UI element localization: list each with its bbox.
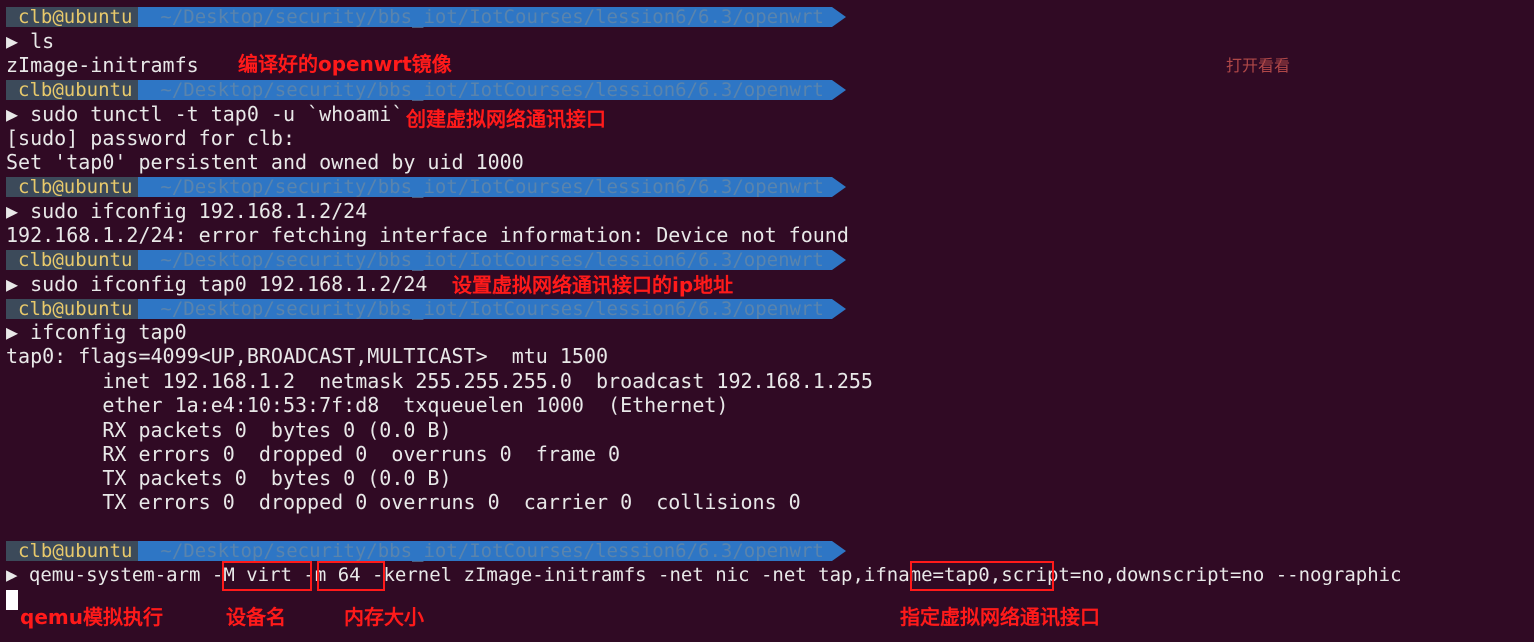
prompt-bar: clb@ubuntu ~/Desktop/security/bbs_iot/Iot… — [6, 250, 847, 270]
prompt-bar: clb@ubuntu ~/Desktop/security/bbs_iot/Iot… — [6, 299, 847, 319]
terminal-cursor — [6, 590, 18, 610]
terminal-line: ▶ ls — [6, 29, 55, 53]
terminal-line: RX packets 0 bytes 0 (0.0 B) — [6, 418, 452, 442]
terminal-line: ether 1a:e4:10:53:7f:d8 txqueuelen 1000 … — [6, 393, 729, 417]
terminal-line: zImage-initramfs — [6, 53, 199, 77]
prompt-path: ~/Desktop/security/bbs_iot/IotCourses/le… — [138, 250, 847, 270]
annotation-create-tap: 创建虚拟网络通讯接口 — [406, 107, 606, 131]
terminal-line: ▶ sudo ifconfig tap0 192.168.1.2/24 — [6, 272, 428, 296]
terminal-line: ▶ qemu-system-arm -M virt -m 64 -kernel … — [6, 564, 1402, 586]
terminal-line: RX errors 0 dropped 0 overruns 0 frame 0 — [6, 442, 621, 466]
prompt-path: ~/Desktop/security/bbs_iot/IotCourses/le… — [138, 177, 847, 197]
terminal-line: ▶ ifconfig tap0 — [6, 320, 187, 344]
annotation-device-name: 设备名 — [226, 605, 286, 629]
annotation-memory-size: 内存大小 — [344, 605, 424, 629]
prompt-bar: clb@ubuntu ~/Desktop/security/bbs_iot/Iot… — [6, 7, 847, 27]
prompt-user: clb@ubuntu — [6, 541, 153, 561]
annotation-open-look: 打开看看 — [1226, 56, 1291, 75]
highlight-box-memory — [317, 561, 385, 591]
terminal-line: 192.168.1.2/24: error fetching interface… — [6, 223, 849, 247]
annotation-qemu-run: qemu模拟执行 — [20, 605, 163, 629]
annotation-openwrt-image: 编译好的openwrt镜像 — [238, 52, 452, 76]
prompt-user: clb@ubuntu — [6, 250, 153, 270]
highlight-box-ifname — [910, 561, 1054, 591]
prompt-user: clb@ubuntu — [6, 299, 153, 319]
terminal-line: inet 192.168.1.2 netmask 255.255.255.0 b… — [6, 369, 873, 393]
terminal-line: tap0: flags=4099<UP,BROADCAST,MULTICAST>… — [6, 344, 609, 368]
annotation-set-ip: 设置虚拟网络通讯接口的ip地址 — [452, 273, 734, 297]
prompt-path: ~/Desktop/security/bbs_iot/IotCourses/le… — [138, 299, 847, 319]
prompt-path: ~/Desktop/security/bbs_iot/IotCourses/le… — [138, 80, 847, 100]
annotation-specify-tap: 指定虚拟网络通讯接口 — [900, 605, 1100, 629]
terminal-line: TX packets 0 bytes 0 (0.0 B) — [6, 466, 452, 490]
prompt-path: ~/Desktop/security/bbs_iot/IotCourses/le… — [138, 7, 847, 27]
prompt-bar: clb@ubuntu ~/Desktop/security/bbs_iot/Iot… — [6, 541, 847, 561]
highlight-box-device — [222, 561, 312, 591]
prompt-user: clb@ubuntu — [6, 177, 153, 197]
prompt-path: ~/Desktop/security/bbs_iot/IotCourses/le… — [138, 541, 847, 561]
terminal-line: ▶ sudo tunctl -t tap0 -u `whoami` — [6, 102, 404, 126]
terminal-line: [sudo] password for clb: — [6, 126, 295, 150]
terminal-line: TX errors 0 dropped 0 overruns 0 carrier… — [6, 490, 801, 514]
terminal-line: Set 'tap0' persistent and owned by uid 1… — [6, 150, 524, 174]
prompt-user: clb@ubuntu — [6, 80, 153, 100]
prompt-bar: clb@ubuntu ~/Desktop/security/bbs_iot/Iot… — [6, 177, 847, 197]
terminal-line: ▶ sudo ifconfig 192.168.1.2/24 — [6, 199, 368, 223]
prompt-bar: clb@ubuntu ~/Desktop/security/bbs_iot/Iot… — [6, 80, 847, 100]
prompt-user: clb@ubuntu — [6, 7, 153, 27]
